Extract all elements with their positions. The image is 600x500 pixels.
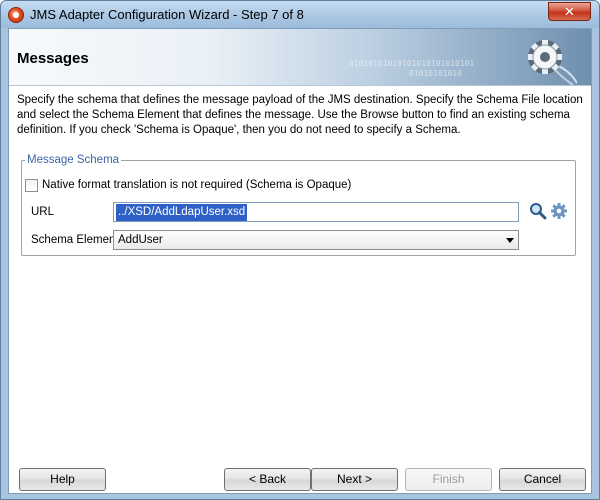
chevron-down-icon[interactable] — [506, 238, 514, 243]
title-bar[interactable]: JMS Adapter Configuration Wizard - Step … — [1, 1, 599, 28]
search-icon[interactable] — [529, 202, 547, 220]
finish-button[interactable]: Finish — [405, 468, 492, 491]
page-header: Messages 01010101010101010101010101 0101… — [9, 29, 591, 86]
window-title: JMS Adapter Configuration Wizard - Step … — [30, 7, 304, 22]
page-title: Messages — [17, 50, 89, 67]
gear-icon[interactable] — [551, 203, 567, 219]
url-input[interactable]: ../XSD/AddLdapUser.xsd — [113, 202, 519, 222]
schema-element-label: Schema Element — [31, 234, 119, 246]
message-schema-legend: Message Schema — [25, 154, 122, 166]
header-binary-text: 01010101010101010101010101 — [349, 59, 475, 68]
header-binary-text-2: 01010101010 — [409, 69, 462, 78]
opaque-checkbox[interactable] — [25, 179, 38, 192]
help-button[interactable]: Help — [19, 468, 106, 491]
header-gear-graphic-icon — [528, 40, 577, 85]
wizard-body: Messages 01010101010101010101010101 0101… — [8, 28, 592, 494]
close-button[interactable]: ✕ — [548, 2, 591, 21]
schema-element-value: AddUser — [118, 234, 163, 246]
back-button[interactable]: < Back — [224, 468, 311, 491]
url-label: URL — [31, 206, 55, 218]
wizard-window: JMS Adapter Configuration Wizard - Step … — [0, 0, 600, 500]
page-description: Specify the schema that defines the mess… — [17, 94, 583, 136]
next-button[interactable]: Next > — [311, 468, 398, 491]
url-input-value: ../XSD/AddLdapUser.xsd — [116, 204, 248, 221]
app-icon — [8, 7, 24, 23]
cancel-button[interactable]: Cancel — [499, 468, 586, 491]
opaque-checkbox-label[interactable]: Native format translation is not require… — [42, 179, 351, 191]
schema-element-select[interactable]: AddUser — [113, 230, 519, 250]
